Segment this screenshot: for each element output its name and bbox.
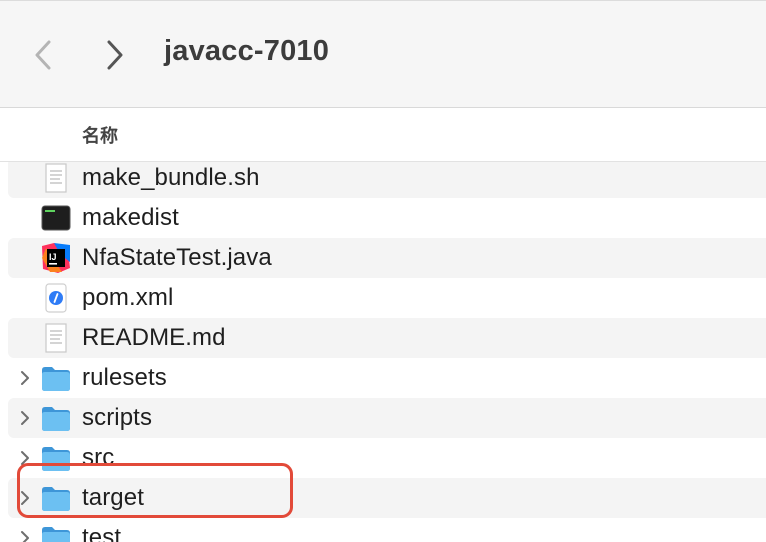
file-name: make_bundle.sh — [82, 164, 260, 191]
file-name: README.md — [82, 324, 226, 351]
column-header: 名称 — [0, 108, 766, 162]
file-row-pom[interactable]: pom.xml — [8, 278, 766, 318]
chevron-right-icon — [107, 40, 123, 70]
file-row-makedist[interactable]: makedist — [8, 198, 766, 238]
file-name: test — [82, 524, 122, 542]
disclosure-triangle[interactable] — [18, 488, 32, 508]
intellij-java-icon: IJ — [40, 242, 72, 274]
folder-row-test[interactable]: test — [8, 518, 766, 542]
file-name: scripts — [82, 404, 153, 431]
folder-icon — [40, 482, 72, 514]
disclosure-triangle[interactable] — [18, 408, 32, 428]
chevron-left-icon — [35, 40, 51, 70]
chevron-right-icon — [21, 451, 29, 465]
file-name: makedist — [82, 204, 179, 231]
finder-window: javacc-7010 名称 make_bundle.sh makedist I… — [0, 0, 766, 542]
text-document-icon — [40, 322, 72, 354]
disclosure-triangle[interactable] — [18, 528, 32, 542]
svg-text:IJ: IJ — [49, 252, 57, 262]
file-list: make_bundle.sh makedist IJ NfaStateTest.… — [0, 162, 766, 542]
chevron-right-icon — [21, 491, 29, 505]
file-row-make-bundle[interactable]: make_bundle.sh — [8, 162, 766, 198]
terminal-exec-icon — [40, 202, 72, 234]
file-name: pom.xml — [82, 284, 174, 311]
chevron-right-icon — [21, 531, 29, 542]
folder-row-rulesets[interactable]: rulesets — [8, 358, 766, 398]
file-row-readme[interactable]: README.md — [8, 318, 766, 358]
folder-row-src[interactable]: src — [8, 438, 766, 478]
chevron-right-icon — [21, 411, 29, 425]
back-button[interactable] — [26, 33, 60, 77]
xml-document-icon — [40, 282, 72, 314]
forward-button[interactable] — [98, 33, 132, 77]
window-title: javacc-7010 — [164, 35, 330, 67]
folder-icon — [40, 362, 72, 394]
file-row-nfastatetest[interactable]: IJ NfaStateTest.java — [8, 238, 766, 278]
file-name: src — [82, 444, 115, 471]
column-header-name[interactable]: 名称 — [82, 122, 118, 148]
text-document-icon — [40, 162, 72, 194]
folder-row-target[interactable]: target — [8, 478, 766, 518]
folder-icon — [40, 402, 72, 434]
file-name: NfaStateTest.java — [82, 244, 272, 271]
folder-row-scripts[interactable]: scripts — [8, 398, 766, 438]
file-name: target — [82, 484, 144, 511]
folder-icon — [40, 522, 72, 542]
chevron-right-icon — [21, 371, 29, 385]
toolbar: javacc-7010 — [0, 0, 766, 108]
file-name: rulesets — [82, 364, 167, 391]
folder-icon — [40, 442, 72, 474]
disclosure-triangle[interactable] — [18, 368, 32, 388]
disclosure-triangle[interactable] — [18, 448, 32, 468]
